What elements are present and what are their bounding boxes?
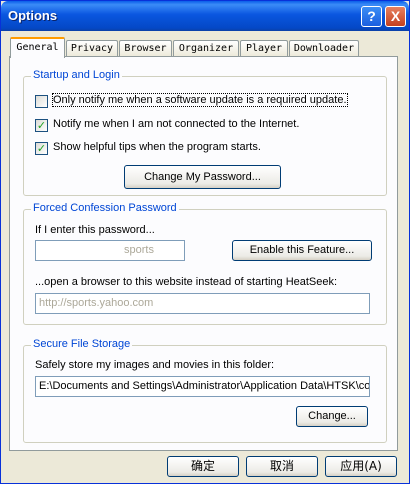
options-dialog: Options ? X General Privacy Browser Orga…	[0, 0, 410, 484]
change-folder-button[interactable]: Change...	[296, 406, 368, 427]
only-notify-required-checkbox[interactable]: Only notify me when a software update is…	[35, 93, 365, 110]
tab-browser[interactable]: Browser	[119, 40, 172, 57]
redirect-url-input[interactable]: http://sports.yahoo.com	[35, 293, 370, 314]
cancel-button[interactable]: 取消	[246, 456, 318, 477]
tab-player[interactable]: Player	[240, 40, 288, 57]
checkbox-label: Only notify me when a software update is…	[52, 93, 348, 107]
tab-organizer[interactable]: Organizer	[173, 40, 239, 57]
title-bar[interactable]: Options ? X	[1, 1, 409, 31]
close-button[interactable]: X	[385, 6, 406, 27]
tab-downloader[interactable]: Downloader	[289, 40, 359, 57]
checkbox-label: Show helpful tips when the program start…	[53, 141, 261, 153]
tab-strip: General Privacy Browser Organizer Player…	[1, 37, 410, 58]
enable-feature-button[interactable]: Enable this Feature...	[232, 240, 372, 261]
checkbox-label: Notify me when I am not connected to the…	[53, 118, 300, 130]
password-prompt: If I enter this password...	[35, 224, 155, 236]
general-tab-panel: Startup and Login Only notify me when a …	[9, 56, 398, 451]
startup-login-title: Startup and Login	[31, 69, 122, 81]
window-title: Options	[8, 8, 58, 23]
checkbox-box[interactable]	[35, 95, 48, 108]
confession-password-input[interactable]: sports	[35, 240, 185, 261]
tab-privacy[interactable]: Privacy	[66, 40, 118, 57]
help-button[interactable]: ?	[361, 6, 382, 27]
secure-storage-group: Secure File Storage Safely store my imag…	[23, 338, 387, 443]
browser-prompt: ...open a browser to this website instea…	[35, 276, 338, 288]
storage-prompt: Safely store my images and movies in thi…	[35, 359, 275, 371]
checkmark-icon[interactable]: ✓	[35, 142, 48, 155]
show-tips-checkbox[interactable]: ✓ Show helpful tips when the program sta…	[35, 141, 365, 157]
storage-folder-input[interactable]: E:\Documents and Settings\Administrator\…	[35, 376, 370, 397]
checkmark-icon[interactable]: ✓	[35, 119, 48, 132]
tab-general[interactable]: General	[10, 37, 65, 58]
change-password-button[interactable]: Change My Password...	[124, 165, 281, 189]
notify-not-connected-checkbox[interactable]: ✓ Notify me when I am not connected to t…	[35, 118, 365, 134]
secure-storage-title: Secure File Storage	[31, 338, 133, 350]
forced-confession-group: Forced Confession Password If I enter th…	[23, 202, 387, 325]
startup-login-group: Startup and Login Only notify me when a …	[23, 69, 387, 196]
ok-button[interactable]: 确定	[167, 456, 239, 477]
forced-confession-title: Forced Confession Password	[31, 202, 179, 214]
apply-button[interactable]: 应用(A)	[325, 456, 397, 477]
